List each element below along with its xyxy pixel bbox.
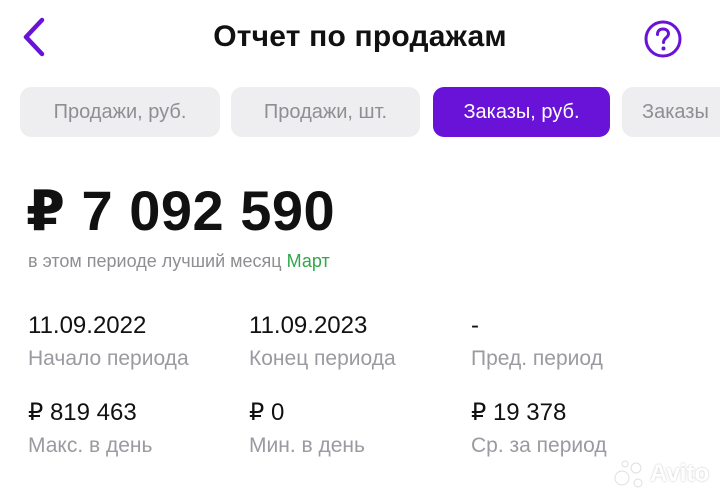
header: Отчет по продажам (0, 0, 720, 78)
help-button[interactable] (643, 19, 683, 59)
best-month-text: в этом периоде лучший месяц (28, 251, 282, 271)
max-per-day-value: ₽ 819 463 (28, 399, 137, 426)
period-end-value: 11.09.2023 (249, 312, 368, 339)
best-month-value: Март (286, 251, 330, 271)
avg-per-period-label: Ср. за период (471, 434, 607, 457)
min-per-day-label: Мин. в день (249, 434, 365, 457)
max-per-day-label: Макс. в день (28, 434, 153, 457)
tab-orders-rub[interactable]: Заказы, руб. (433, 87, 610, 137)
question-circle-icon (644, 20, 682, 58)
metric-tabs: Продажи, руб. Продажи, шт. Заказы, руб. … (0, 87, 720, 139)
period-start-label: Начало периода (28, 347, 189, 370)
total-amount: ₽ 7 092 590 (26, 179, 336, 242)
min-per-day-value: ₽ 0 (249, 399, 285, 426)
previous-period-label: Пред. период (471, 347, 603, 370)
best-month-note: в этом периоде лучший месяц Март (28, 251, 330, 272)
page-title: Отчет по продажам (213, 20, 507, 53)
avito-watermark: Avito (650, 460, 710, 487)
previous-period-value: - (471, 312, 479, 339)
tab-sales-pcs[interactable]: Продажи, шт. (231, 87, 420, 137)
period-end-label: Конец периода (249, 347, 396, 370)
avg-per-period-value: ₽ 19 378 (471, 399, 567, 426)
tab-orders[interactable]: Заказы (622, 87, 720, 137)
period-start-value: 11.09.2022 (28, 312, 147, 339)
tab-sales-rub[interactable]: Продажи, руб. (20, 87, 220, 137)
